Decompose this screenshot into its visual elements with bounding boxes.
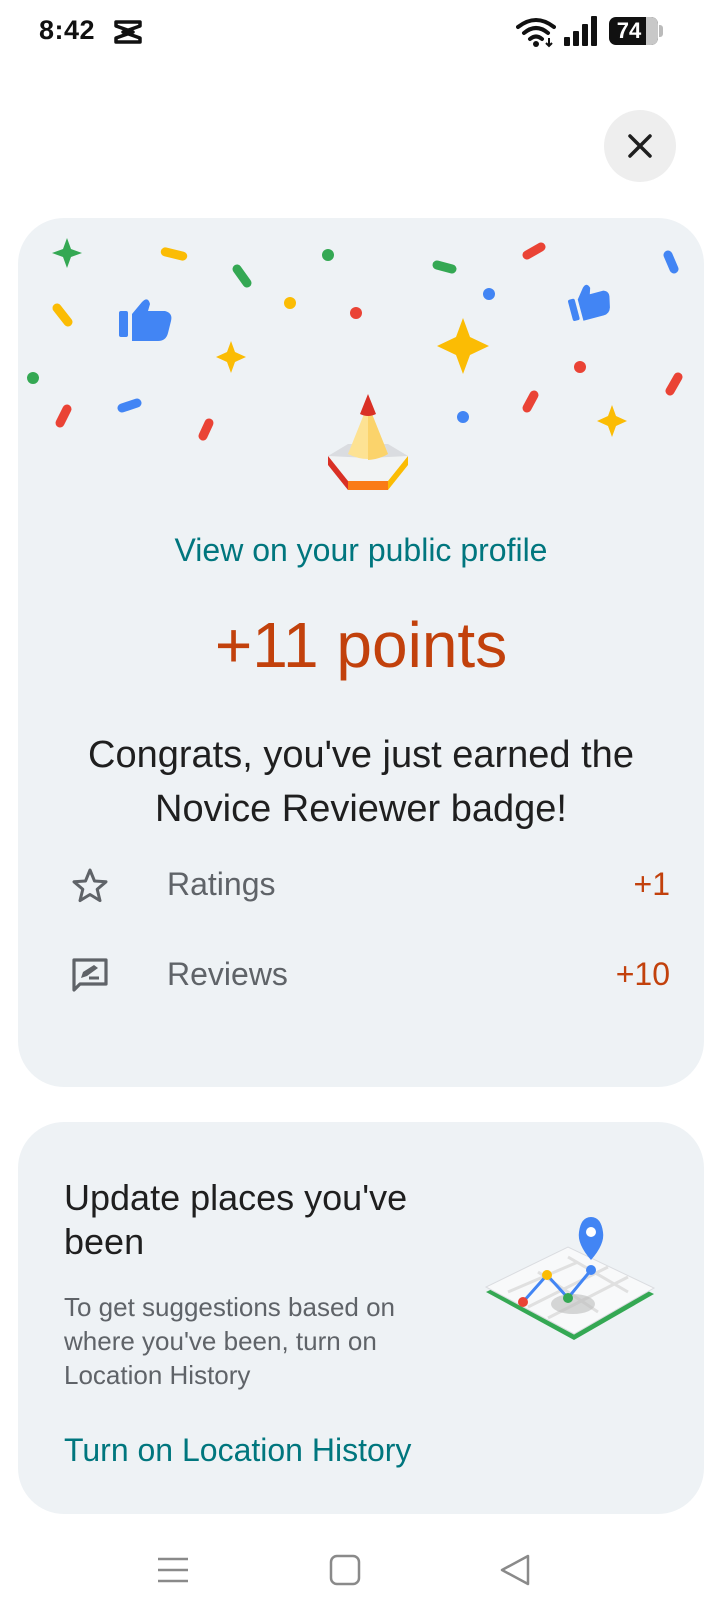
map-timeline-icon	[484, 1217, 656, 1340]
close-button[interactable]	[604, 110, 676, 182]
points-card: View on your public profile +11 points C…	[18, 218, 704, 1087]
back-icon[interactable]	[496, 1550, 536, 1590]
stat-row-ratings: Ratings +1	[70, 858, 670, 914]
stat-label: Ratings	[167, 866, 276, 902]
location-card-body: To get suggestions based on where you've…	[64, 1292, 396, 1390]
wifi-icon	[516, 18, 556, 48]
turn-on-location-history-button[interactable]: Turn on Location History	[64, 1432, 411, 1469]
battery-level: 74	[616, 18, 642, 43]
signal-icon	[564, 16, 597, 46]
system-nav-bar	[0, 1530, 720, 1612]
battery-icon: 74	[609, 17, 663, 47]
location-card-title: Update places you've been	[64, 1177, 408, 1262]
home-icon[interactable]	[326, 1550, 366, 1590]
stat-row-reviews: Reviews +10	[70, 948, 670, 1004]
public-profile-link[interactable]: View on your public profile	[18, 532, 704, 569]
stat-label: Reviews	[167, 956, 288, 992]
status-bar: 8:42 74	[0, 0, 720, 66]
points-total: +11 points	[214, 609, 508, 681]
close-icon	[628, 134, 652, 158]
location-history-card: Update places you've been To get suggest…	[18, 1122, 704, 1514]
stat-value: +10	[615, 956, 670, 992]
capcut-icon	[114, 20, 142, 44]
congrats-message: Congrats, you've just earned the Novice …	[88, 734, 634, 830]
status-time: 8:42	[39, 15, 96, 45]
rate-review-icon	[72, 958, 108, 992]
novice-reviewer-badge-icon	[328, 394, 408, 490]
stat-value: +1	[633, 866, 670, 902]
star-outline-icon	[72, 868, 108, 903]
recents-icon[interactable]	[154, 1550, 194, 1590]
